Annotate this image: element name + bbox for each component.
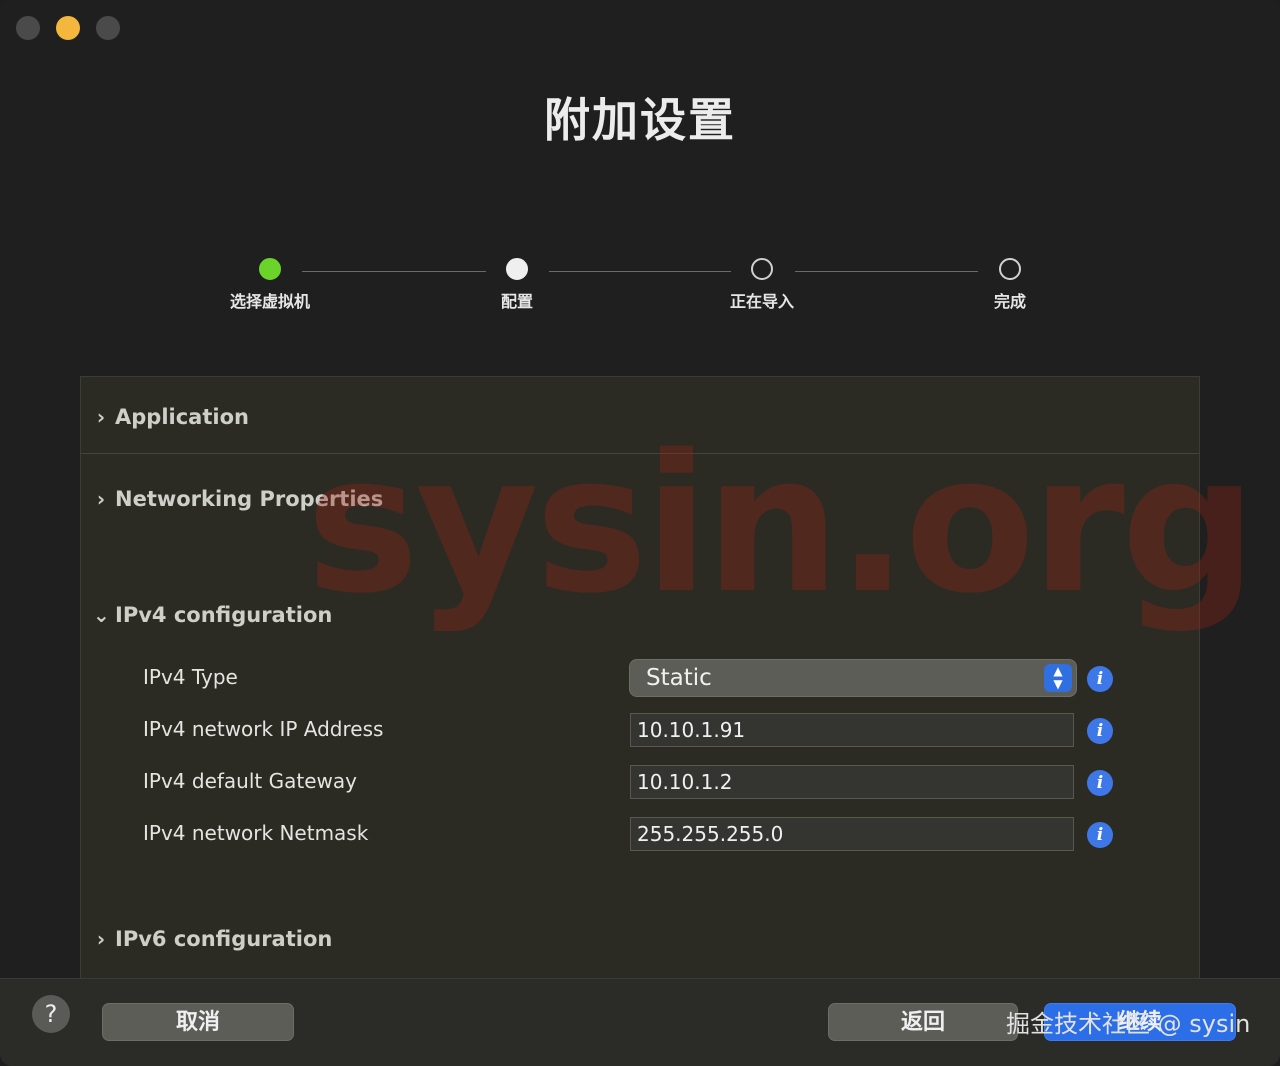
section-networking-properties[interactable]: › Networking Properties xyxy=(93,487,383,511)
ipv4-address-field[interactable] xyxy=(630,713,1074,747)
ipv4-address-label: IPv4 network IP Address xyxy=(143,717,384,741)
close-window-button[interactable] xyxy=(16,16,40,40)
select-arrows-icon: ▲ ▼ xyxy=(1044,664,1072,692)
chevron-right-icon: › xyxy=(96,927,106,951)
overlay-watermark-text: 掘金技术社区 @ sysin xyxy=(1006,1010,1251,1038)
step-pending-indicator xyxy=(999,258,1021,280)
step-label: 选择虚拟机 xyxy=(229,292,310,311)
ipv4-netmask-field[interactable] xyxy=(630,817,1074,851)
installer-window: 附加设置 选择虚拟机 配置 正在导入 完成 › Application › Ne… xyxy=(0,0,1280,1066)
help-button[interactable]: ? xyxy=(32,995,70,1033)
ipv4-type-label: IPv4 Type xyxy=(143,665,238,689)
settings-panel: › Application › Networking Properties ⌄ … xyxy=(80,376,1200,980)
step-current-indicator xyxy=(506,258,528,280)
chevron-right-icon: › xyxy=(96,487,106,511)
zoom-window-button[interactable] xyxy=(96,16,120,40)
ipv4-netmask-input[interactable] xyxy=(631,818,1073,850)
step-configure: 配置 xyxy=(457,258,577,312)
divider xyxy=(81,453,1199,454)
section-application[interactable]: › Application xyxy=(93,405,249,429)
section-ipv4-configuration[interactable]: ⌄ IPv4 configuration xyxy=(93,603,332,627)
progress-stepper: 选择虚拟机 配置 正在导入 完成 xyxy=(210,258,1070,318)
ipv4-gateway-label: IPv4 default Gateway xyxy=(143,769,357,793)
page-title: 附加设置 xyxy=(544,93,736,147)
ipv4-gateway-input[interactable] xyxy=(631,766,1073,798)
step-select-vm: 选择虚拟机 xyxy=(210,258,330,312)
cancel-button[interactable]: 取消 xyxy=(102,1003,294,1041)
chevron-down-icon: ⌄ xyxy=(93,603,110,627)
step-importing: 正在导入 xyxy=(702,258,822,312)
info-icon[interactable]: i xyxy=(1087,770,1113,796)
ipv4-type-value: Static xyxy=(646,665,712,691)
section-title: Application xyxy=(115,405,249,429)
step-label: 配置 xyxy=(500,292,533,311)
info-icon[interactable]: i xyxy=(1087,718,1113,744)
ipv4-address-input[interactable] xyxy=(631,714,1073,746)
window-controls xyxy=(16,16,120,40)
ipv4-gateway-field[interactable] xyxy=(630,765,1074,799)
ipv4-type-select[interactable]: Static ▲ ▼ xyxy=(629,659,1077,697)
section-title: IPv6 configuration xyxy=(115,927,333,951)
minimize-window-button[interactable] xyxy=(56,16,80,40)
chevron-right-icon: › xyxy=(96,405,106,429)
section-title: IPv4 configuration xyxy=(115,603,333,627)
step-complete-indicator xyxy=(259,258,281,280)
back-button[interactable]: 返回 xyxy=(828,1003,1018,1041)
step-finish: 完成 xyxy=(950,258,1070,312)
step-label: 正在导入 xyxy=(729,292,794,311)
step-pending-indicator xyxy=(751,258,773,280)
step-label: 完成 xyxy=(993,292,1026,311)
ipv4-netmask-label: IPv4 network Netmask xyxy=(143,821,369,845)
section-title: Networking Properties xyxy=(115,487,384,511)
info-icon[interactable]: i xyxy=(1087,822,1113,848)
info-icon[interactable]: i xyxy=(1087,666,1113,692)
section-ipv6-configuration[interactable]: › IPv6 configuration xyxy=(93,927,332,951)
